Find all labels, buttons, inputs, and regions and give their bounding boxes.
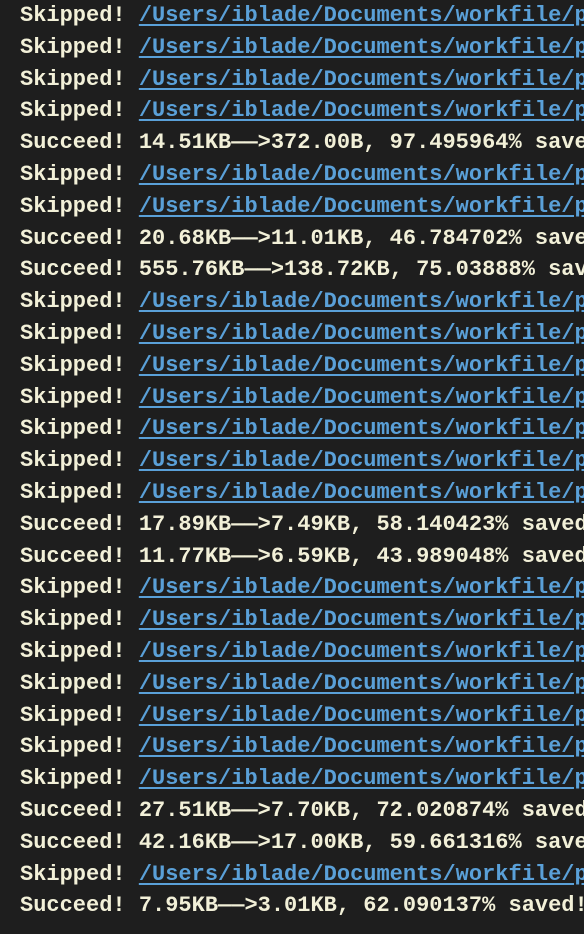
log-detail: 14.51KB——>372.00B, 97.495964% saved! <box>139 130 584 155</box>
file-path-link[interactable]: /Users/iblade/Documents/workfile/pros <box>139 671 584 696</box>
log-status: Skipped! <box>20 703 139 728</box>
log-status: Succeed! <box>20 893 139 918</box>
log-line: Skipped! /Users/iblade/Documents/workfil… <box>0 700 584 732</box>
log-line: Skipped! /Users/iblade/Documents/workfil… <box>0 636 584 668</box>
log-detail: 555.76KB——>138.72KB, 75.03888% saved! <box>139 257 584 282</box>
log-detail: 20.68KB——>11.01KB, 46.784702% saved! <box>139 226 584 251</box>
log-status: Skipped! <box>20 321 139 346</box>
log-detail: 27.51KB——>7.70KB, 72.020874% saved! <box>139 798 584 823</box>
terminal-output[interactable]: Skipped! /Users/iblade/Documents/workfil… <box>0 0 584 922</box>
file-path-link[interactable]: /Users/iblade/Documents/workfile/pros <box>139 703 584 728</box>
log-line: Skipped! /Users/iblade/Documents/workfil… <box>0 159 584 191</box>
file-path-link[interactable]: /Users/iblade/Documents/workfile/pros <box>139 162 584 187</box>
log-line: Skipped! /Users/iblade/Documents/workfil… <box>0 445 584 477</box>
file-path-link[interactable]: /Users/iblade/Documents/workfile/pros <box>139 321 584 346</box>
log-line: Skipped! /Users/iblade/Documents/workfil… <box>0 859 584 891</box>
log-line: Skipped! /Users/iblade/Documents/workfil… <box>0 350 584 382</box>
log-line: Succeed! 11.77KB——>6.59KB, 43.989048% sa… <box>0 541 584 573</box>
log-line: Skipped! /Users/iblade/Documents/workfil… <box>0 382 584 414</box>
log-line: Skipped! /Users/iblade/Documents/workfil… <box>0 191 584 223</box>
log-status: Succeed! <box>20 830 139 855</box>
log-status: Skipped! <box>20 35 139 60</box>
file-path-link[interactable]: /Users/iblade/Documents/workfile/pros <box>139 448 584 473</box>
file-path-link[interactable]: /Users/iblade/Documents/workfile/pros <box>139 734 584 759</box>
log-status: Skipped! <box>20 353 139 378</box>
log-status: Skipped! <box>20 734 139 759</box>
file-path-link[interactable]: /Users/iblade/Documents/workfile/pros <box>139 639 584 664</box>
log-line: Skipped! /Users/iblade/Documents/workfil… <box>0 731 584 763</box>
log-line: Skipped! /Users/iblade/Documents/workfil… <box>0 318 584 350</box>
log-line: Succeed! 7.95KB——>3.01KB, 62.090137% sav… <box>0 890 584 922</box>
log-status: Skipped! <box>20 67 139 92</box>
log-status: Skipped! <box>20 671 139 696</box>
file-path-link[interactable]: /Users/iblade/Documents/workfile/pros <box>139 766 584 791</box>
file-path-link[interactable]: /Users/iblade/Documents/workfile/pros <box>139 480 584 505</box>
log-detail: 11.77KB——>6.59KB, 43.989048% saved! <box>139 544 584 569</box>
log-detail: 7.95KB——>3.01KB, 62.090137% saved! <box>139 893 584 918</box>
file-path-link[interactable]: /Users/iblade/Documents/workfile/pros <box>139 289 584 314</box>
log-detail: 42.16KB——>17.00KB, 59.661316% saved! <box>139 830 584 855</box>
log-line: Skipped! /Users/iblade/Documents/workfil… <box>0 604 584 636</box>
log-line: Skipped! /Users/iblade/Documents/workfil… <box>0 668 584 700</box>
log-line: Skipped! /Users/iblade/Documents/workfil… <box>0 477 584 509</box>
log-status: Skipped! <box>20 162 139 187</box>
log-status: Skipped! <box>20 194 139 219</box>
log-line: Succeed! 42.16KB——>17.00KB, 59.661316% s… <box>0 827 584 859</box>
log-line: Skipped! /Users/iblade/Documents/workfil… <box>0 572 584 604</box>
file-path-link[interactable]: /Users/iblade/Documents/workfile/pros <box>139 67 584 92</box>
log-status: Skipped! <box>20 639 139 664</box>
log-line: Succeed! 555.76KB——>138.72KB, 75.03888% … <box>0 254 584 286</box>
log-line: Skipped! /Users/iblade/Documents/workfil… <box>0 64 584 96</box>
log-status: Skipped! <box>20 416 139 441</box>
file-path-link[interactable]: /Users/iblade/Documents/workfile/pros <box>139 35 584 60</box>
log-status: Skipped! <box>20 385 139 410</box>
log-status: Succeed! <box>20 798 139 823</box>
file-path-link[interactable]: /Users/iblade/Documents/workfile/pros <box>139 416 584 441</box>
log-line: Succeed! 27.51KB——>7.70KB, 72.020874% sa… <box>0 795 584 827</box>
file-path-link[interactable]: /Users/iblade/Documents/workfile/pros <box>139 862 584 887</box>
file-path-link[interactable]: /Users/iblade/Documents/workfile/pros <box>139 385 584 410</box>
log-line: Skipped! /Users/iblade/Documents/workfil… <box>0 95 584 127</box>
log-detail: 17.89KB——>7.49KB, 58.140423% saved! <box>139 512 584 537</box>
log-line: Skipped! /Users/iblade/Documents/workfil… <box>0 763 584 795</box>
log-line: Skipped! /Users/iblade/Documents/workfil… <box>0 286 584 318</box>
log-status: Skipped! <box>20 607 139 632</box>
log-status: Skipped! <box>20 480 139 505</box>
log-status: Skipped! <box>20 289 139 314</box>
log-status: Skipped! <box>20 862 139 887</box>
log-line: Skipped! /Users/iblade/Documents/workfil… <box>0 32 584 64</box>
file-path-link[interactable]: /Users/iblade/Documents/workfile/pros <box>139 607 584 632</box>
file-path-link[interactable]: /Users/iblade/Documents/workfile/pros <box>139 353 584 378</box>
log-line: Skipped! /Users/iblade/Documents/workfil… <box>0 413 584 445</box>
log-status: Succeed! <box>20 544 139 569</box>
log-status: Succeed! <box>20 257 139 282</box>
file-path-link[interactable]: /Users/iblade/Documents/workfile/pros <box>139 98 584 123</box>
log-status: Succeed! <box>20 130 139 155</box>
log-status: Skipped! <box>20 98 139 123</box>
log-line: Skipped! /Users/iblade/Documents/workfil… <box>0 0 584 32</box>
log-status: Skipped! <box>20 575 139 600</box>
log-status: Succeed! <box>20 226 139 251</box>
file-path-link[interactable]: /Users/iblade/Documents/workfile/pros <box>139 575 584 600</box>
log-status: Skipped! <box>20 448 139 473</box>
log-status: Succeed! <box>20 512 139 537</box>
log-line: Succeed! 14.51KB——>372.00B, 97.495964% s… <box>0 127 584 159</box>
log-line: Succeed! 17.89KB——>7.49KB, 58.140423% sa… <box>0 509 584 541</box>
log-status: Skipped! <box>20 3 139 28</box>
log-status: Skipped! <box>20 766 139 791</box>
file-path-link[interactable]: /Users/iblade/Documents/workfile/pros <box>139 194 584 219</box>
file-path-link[interactable]: /Users/iblade/Documents/workfile/pros <box>139 3 584 28</box>
log-line: Succeed! 20.68KB——>11.01KB, 46.784702% s… <box>0 223 584 255</box>
